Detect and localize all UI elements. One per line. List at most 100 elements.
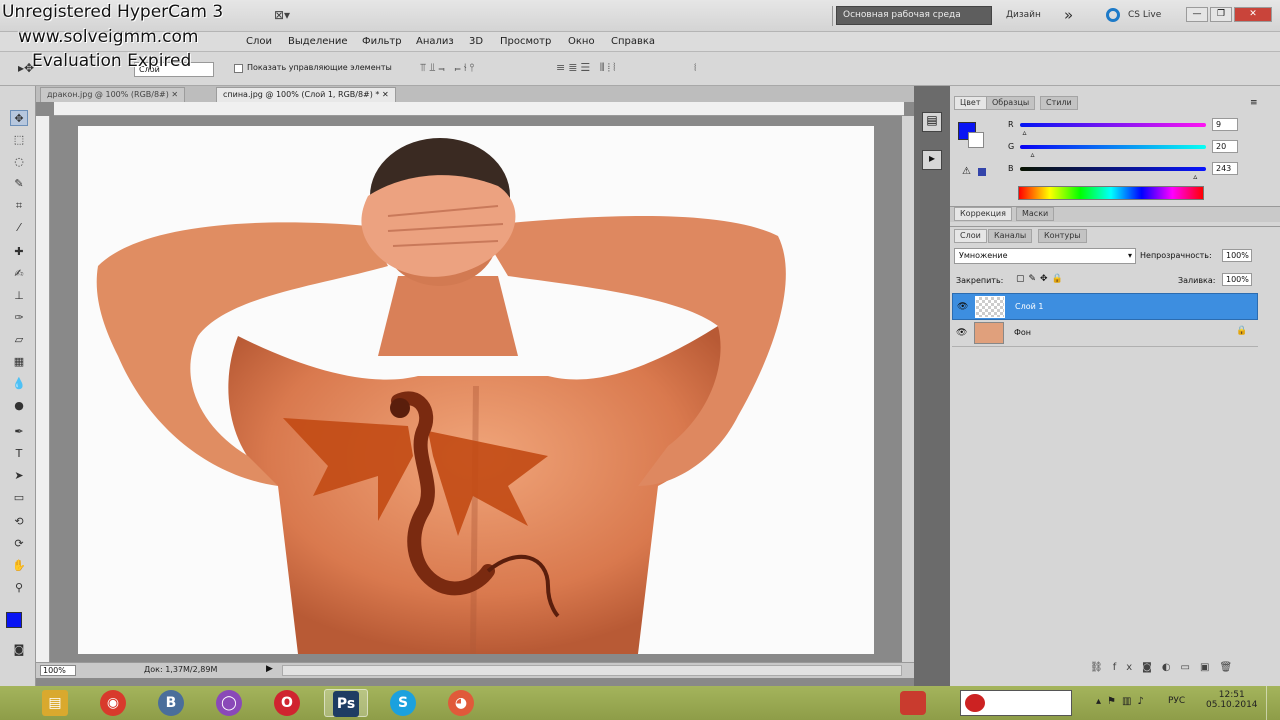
g-value-input[interactable]: 20 [1212,140,1238,153]
foreground-color-swatch[interactable] [6,612,22,628]
background-color-swatch[interactable] [968,132,984,148]
healing-brush-tool-icon[interactable]: ✚ [10,244,28,260]
r-slider-thumb[interactable]: ▵ [1023,128,1027,137]
opacity-input[interactable]: 100% [1222,249,1252,262]
crop-tool-icon[interactable]: ⌗ [10,198,28,214]
maximize-button[interactable]: ❐ [1210,7,1232,22]
menu-3d[interactable]: 3D [469,36,483,47]
language-indicator[interactable]: РУС [1168,696,1185,706]
vertical-scrollbar[interactable] [902,116,914,662]
zoom-field[interactable]: 100% [40,665,76,676]
r-value-input[interactable]: 9 [1212,118,1238,131]
marquee-tool-icon[interactable]: ⬚ [10,132,28,148]
3d-orbit-tool-icon[interactable]: ⟳ [10,536,28,552]
g-slider-thumb[interactable]: ▵ [1031,150,1035,159]
type-tool-icon[interactable]: T [10,446,28,462]
tab-dragon-doc[interactable]: дракон.jpg @ 100% (RGB/8#) ✕ [40,87,186,102]
tab-styles[interactable]: Стили [1040,96,1078,110]
blur-tool-icon[interactable]: 💧 [10,376,28,392]
show-desktop-button[interactable] [1266,686,1280,720]
record-icon[interactable] [965,694,985,712]
tab-masks[interactable]: Маски [1016,207,1055,221]
history-brush-tool-icon[interactable]: ✑ [10,310,28,326]
layers-footer-buttons[interactable]: ⛓fx◙◐▭▣🗑 [1090,662,1242,673]
panel-menu-icon[interactable]: ≡ [1250,98,1258,108]
fill-input[interactable]: 100% [1222,273,1252,286]
taskbar-app-button[interactable]: B [150,689,194,717]
brush-tool-icon[interactable]: ✍ [10,266,28,282]
3d-rotate-tool-icon[interactable]: ⟲ [10,514,28,530]
history-panel-icon[interactable]: ▤ [922,112,942,132]
quick-select-tool-icon[interactable]: ✎ [10,176,28,192]
lock-buttons-group[interactable]: ▢✎✥🔒 [1016,274,1067,284]
move-tool-icon[interactable]: ✥ [10,110,28,126]
b-slider-thumb[interactable]: ▵ [1193,172,1197,181]
layer-row-background[interactable]: 👁 Фон 🔒 [952,320,1258,347]
b-slider[interactable] [1020,167,1206,171]
menu-view[interactable]: Просмотр [500,36,551,47]
gradient-tool-icon[interactable]: ▦ [10,354,28,370]
tab-color[interactable]: Цвет [954,96,987,110]
color-spectrum-ramp[interactable] [1018,186,1204,200]
visibility-eye-icon[interactable]: 👁 [956,328,967,338]
taskbar-app-button[interactable]: S [382,689,426,717]
path-select-tool-icon[interactable]: ➤ [10,468,28,484]
b-value-input[interactable]: 243 [1212,162,1238,175]
right-panels: Цвет Образцы Стили ≡ ⚠ R ▵ 9 G ▵ 20 B ▵ … [950,86,1280,686]
recording-widget[interactable] [960,690,1072,716]
tray-icons[interactable]: ▴⚑▥♪ [1096,696,1150,707]
minimize-button[interactable]: — [1186,7,1208,22]
shape-tool-icon[interactable]: ▭ [10,490,28,506]
align-buttons-group[interactable]: ⫪⫫⫬ ⫭⫮⫯ [420,61,477,75]
menu-layers[interactable]: Слои [246,36,272,47]
visibility-eye-icon[interactable]: 👁 [957,302,968,312]
tab-swatches[interactable]: Образцы [986,96,1036,110]
close-button[interactable]: ✕ [1234,7,1272,22]
layer-row-layer1[interactable]: 👁 Слой 1 [952,293,1258,320]
eraser-tool-icon[interactable]: ▱ [10,332,28,348]
r-slider[interactable] [1020,123,1206,127]
clock[interactable]: 12:51 05.10.2014 [1206,690,1258,710]
close-icon[interactable]: ✕ [171,90,178,99]
more-workspaces-button[interactable]: » [1064,6,1073,24]
lasso-tool-icon[interactable]: ◌ [10,154,28,170]
blend-mode-dropdown[interactable]: Умножение ▾ [954,248,1136,264]
close-icon[interactable]: ✕ [382,90,389,99]
tray-app-icon[interactable] [900,691,926,715]
design-workspace-label[interactable]: Дизайн [1006,10,1041,20]
menu-help[interactable]: Справка [611,36,655,47]
tab-adjustments[interactable]: Коррекция [954,207,1012,221]
status-menu-arrow-icon[interactable]: ▶ [266,664,273,674]
taskbar-app-button[interactable]: ▤ [34,689,78,717]
taskbar-app-button[interactable]: O [266,689,310,717]
g-slider[interactable] [1020,145,1206,149]
menu-filter[interactable]: Фильтр [362,36,402,47]
tab-channels[interactable]: Каналы [988,229,1033,243]
horizontal-scrollbar[interactable] [282,665,902,676]
zoom-tool-icon[interactable]: ⚲ [10,580,28,596]
cslive-button[interactable]: CS Live [1128,10,1161,20]
tab-paths[interactable]: Контуры [1038,229,1087,243]
workspace-button[interactable]: Основная рабочая среда [836,6,992,25]
document-canvas[interactable] [78,126,874,654]
menu-analysis[interactable]: Анализ [416,36,454,47]
arrange-docs-icon[interactable]: ⊠▾ [274,8,290,22]
quick-mask-icon[interactable]: ◙ [10,642,28,658]
show-controls-checkbox[interactable] [234,64,243,73]
eyedropper-tool-icon[interactable]: ⁄ [10,220,28,236]
taskbar-app-button[interactable]: Ps [324,689,368,717]
taskbar-app-button[interactable]: ◯ [208,689,252,717]
distribute-buttons-group[interactable]: ≡≣☰ ⦀⦙⦚ [556,61,618,75]
taskbar-app-button[interactable]: ◉ [92,689,136,717]
pen-tool-icon[interactable]: ✒ [10,424,28,440]
tab-back-doc[interactable]: спина.jpg @ 100% (Слой 1, RGB/8#) * ✕ [216,87,396,102]
auto-align-button[interactable]: ⧙ [694,61,696,75]
hand-tool-icon[interactable]: ✋ [10,558,28,574]
clone-stamp-tool-icon[interactable]: ⊥ [10,288,28,304]
dodge-tool-icon[interactable]: ● [10,398,28,414]
menu-select[interactable]: Выделение [288,36,348,47]
tab-layers[interactable]: Слои [954,229,987,243]
menu-window[interactable]: Окно [568,36,595,47]
actions-panel-icon[interactable]: ▸ [922,150,942,170]
taskbar-app-button[interactable]: ◕ [440,689,484,717]
